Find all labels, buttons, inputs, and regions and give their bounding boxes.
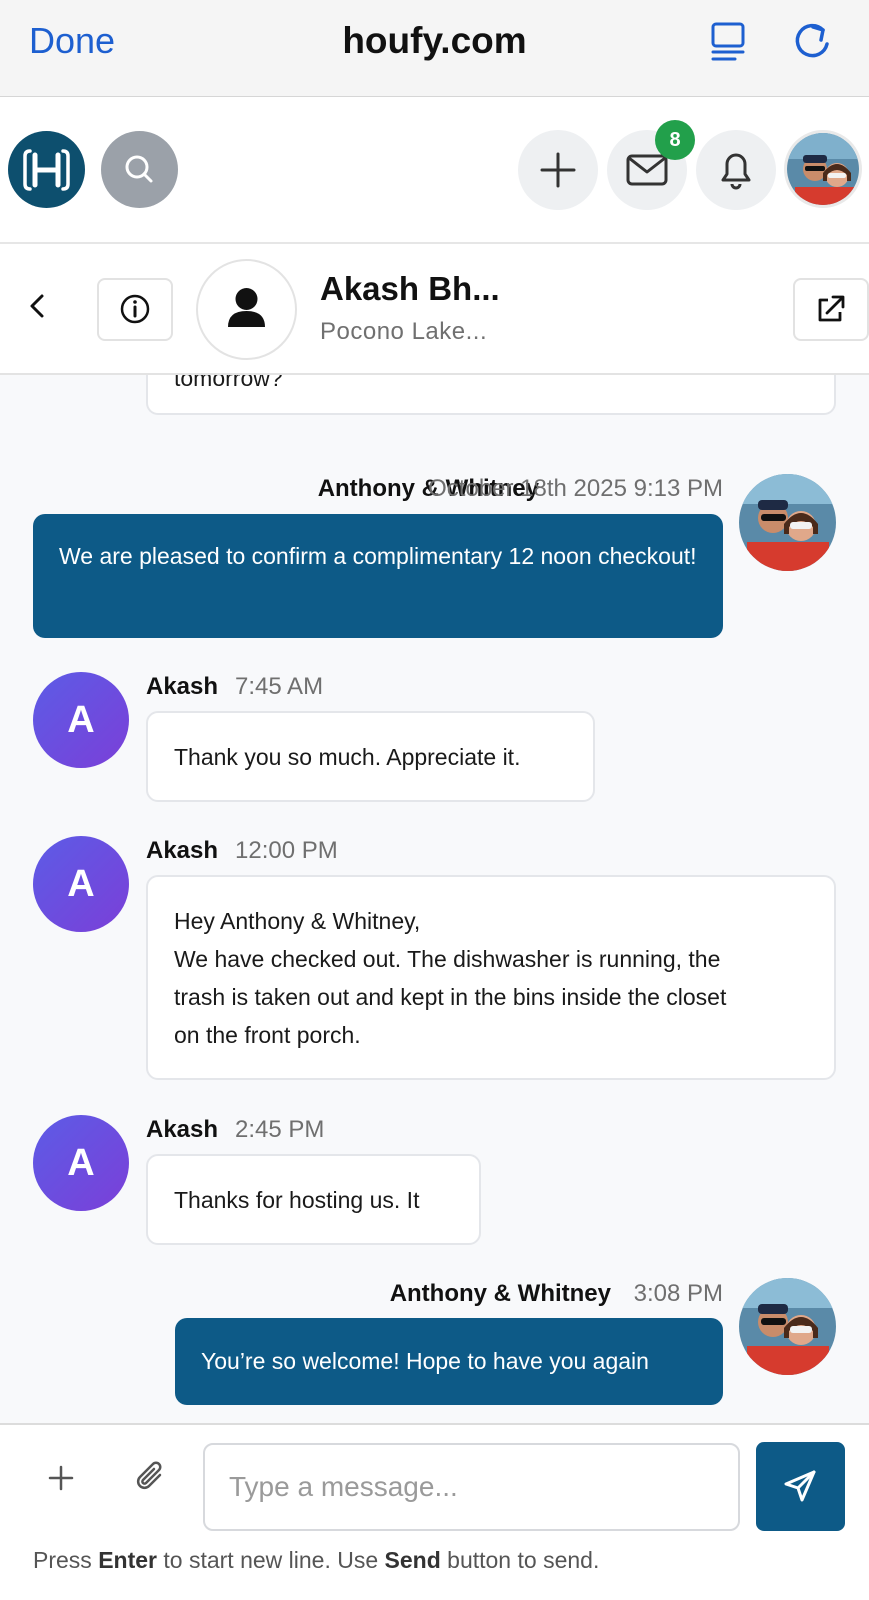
message-bubble: Thanks for hosting us. It [146,1154,481,1245]
houfy-logo-icon [23,149,70,191]
message-text: We are pleased to confirm a complimentar… [59,543,697,569]
host-photo [739,474,836,571]
conversation-header: Akash Bh... Pocono Lake... [0,244,869,375]
message-bubble: Thank you so much. Appreciate it. [146,711,595,802]
browser-toolbar: Done houfy.com [0,0,869,97]
message-time: October 18th 2025 9:13 PM [428,475,723,502]
message-line: trash is taken out and kept in the bins … [174,984,727,1010]
bell-icon [721,153,751,190]
contact-listing: Pocono Lake... [320,318,488,345]
search-icon [125,155,153,183]
hint-key-enter: Enter [98,1547,157,1573]
message-time: 7:45 AM [235,673,324,700]
message-input[interactable] [203,1443,740,1531]
message-time: 12:00 PM [235,837,338,864]
message-bubble: We are pleased to confirm a complimentar… [33,514,723,638]
search-button[interactable] [101,131,178,208]
host-photo [739,1278,836,1375]
reload-icon[interactable] [789,18,837,66]
contact-avatar [196,259,297,360]
message-composer: Press Enter to start new line. Use Send … [0,1423,869,1600]
send-icon [784,1470,816,1502]
message-line: We have checked out. The dishwasher is r… [174,946,721,972]
message-sender: Akash [146,1116,219,1143]
info-button[interactable] [97,278,173,341]
message-bubble: You’re so welcome! Hope to have you agai… [175,1318,723,1405]
user-avatar[interactable] [784,130,862,208]
message-text: Thanks for hosting us. It [174,1187,420,1213]
message-time: 3:08 PM [633,1280,723,1307]
message-sender: Akash [146,837,219,864]
hint-text: Press [33,1547,92,1573]
tabs-icon[interactable] [705,18,753,66]
hint-text: to start new line. Use [163,1547,379,1573]
message-text: Thank you so much. Appreciate it. [174,744,521,770]
user-photo [787,133,859,205]
message-text: tomorrow? [174,375,283,391]
notifications-button[interactable] [696,130,776,210]
houfy-logo[interactable] [8,131,85,208]
hint-text: button to send. [447,1547,600,1573]
host-avatar [739,474,836,571]
host-avatar [739,1278,836,1375]
message-text: You’re so welcome! Hope to have you agai… [201,1348,649,1374]
person-icon [228,288,265,327]
plus-icon[interactable] [44,1461,78,1495]
message-line: on the front porch. [174,1022,361,1048]
paperclip-icon[interactable] [132,1457,172,1497]
message-bubble: tomorrow? [146,375,836,415]
info-icon [120,294,150,324]
send-button[interactable] [756,1442,845,1531]
hint-key-send: Send [384,1547,441,1573]
open-listing-button[interactable] [793,278,869,341]
create-button[interactable] [518,130,598,210]
plus-icon [540,152,576,188]
message-sender: Akash [146,673,219,700]
back-chevron-icon[interactable] [22,286,52,326]
composer-hint: Press Enter to start new line. Use Send … [33,1547,599,1574]
external-link-icon [818,295,845,322]
akash-avatar: A [33,836,129,932]
messages-badge: 8 [655,120,695,160]
message-sender: Anthony & Whitney [389,1280,611,1307]
message-bubble: Hey Anthony & Whitney, We have checked o… [146,875,836,1080]
message-list[interactable]: tomorrow? Anthony & Whitney October 18th… [0,375,869,1423]
done-button[interactable]: Done [29,20,115,62]
akash-avatar: A [33,1115,129,1211]
akash-avatar: A [33,672,129,768]
message-line: Hey Anthony & Whitney, [174,908,421,934]
app-header: 8 [0,97,869,244]
contact-name: Akash Bh... [320,270,500,307]
message-time: 2:45 PM [235,1116,325,1143]
